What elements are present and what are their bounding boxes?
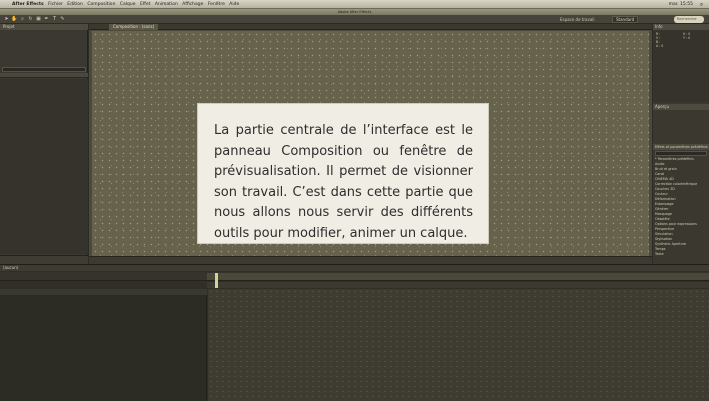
menu-bar: After Effects Fichier Edition Compositio… (0, 0, 709, 9)
effects-search-input[interactable] (655, 151, 707, 156)
preview-tab-row: Aperçu (653, 104, 709, 110)
camera-tool-icon[interactable]: ▣ (35, 16, 42, 23)
time-navigator[interactable] (207, 282, 709, 288)
workspace-select[interactable]: Standard (612, 16, 639, 23)
menubar-clock: mar. 15:55 (668, 2, 693, 7)
tab-effects[interactable]: Effets et paramètres prédéfinis (655, 144, 708, 150)
effects-tab-row: Effets et paramètres prédéfinis (653, 144, 709, 150)
timeline-panel: (aucun) (0, 264, 709, 401)
tab-composition[interactable]: Composition : (sans) (109, 24, 159, 30)
help-search-input[interactable]: Rechercher dans l'aide (674, 16, 704, 28)
project-list[interactable] (0, 79, 88, 254)
current-time-indicator[interactable] (215, 273, 218, 288)
project-panel: Projet (0, 24, 88, 264)
spotlight-icon[interactable]: ⌕ (698, 1, 705, 8)
tab-info[interactable]: Info (655, 24, 663, 30)
project-list-header (0, 73, 88, 78)
menu-item-effect[interactable]: Effet (140, 2, 150, 7)
right-panels: Info R : V : B : A : 0 X : 0 Y : 0 Aperç… (653, 24, 709, 264)
menu-item-file[interactable]: Fichier (48, 2, 63, 7)
info-panel: Info R : V : B : A : 0 X : 0 Y : 0 (653, 24, 709, 102)
composition-footer-controls (89, 256, 652, 264)
effects-list-item[interactable]: Texte (655, 252, 664, 257)
tab-preview[interactable]: Aperçu (655, 104, 669, 110)
timeline-tab-row: (aucun) (0, 265, 709, 271)
menu-item-view[interactable]: Affichage (182, 2, 203, 7)
tab-timeline[interactable]: (aucun) (3, 265, 18, 271)
menu-item-layer[interactable]: Calque (120, 2, 136, 7)
menu-item-help[interactable]: Aide (229, 2, 239, 7)
text-tool-icon[interactable]: T (51, 16, 58, 23)
pen-tool-icon[interactable]: ✒ (43, 16, 50, 23)
info-value-a: A : 0 (656, 44, 664, 48)
menu-item-window[interactable]: Fenêtre (208, 2, 225, 7)
zoom-tool-icon[interactable]: ⌕ (19, 16, 26, 23)
layer-column-headers (0, 289, 207, 295)
menu-item-edit[interactable]: Edition (67, 2, 83, 7)
timeline-track-area[interactable] (208, 289, 709, 401)
time-ruler[interactable] (207, 273, 709, 280)
menu-item-composition[interactable]: Composition (87, 2, 115, 7)
layer-outline[interactable] (0, 289, 207, 401)
composition-tab-bar: Composition : (sans) (89, 24, 652, 30)
menu-item-animation[interactable]: Animation (155, 2, 178, 7)
tab-project[interactable]: Projet (3, 24, 15, 30)
brush-tool-icon[interactable]: ✎ (59, 16, 66, 23)
selection-tool-icon[interactable]: ➤ (3, 16, 10, 23)
annotation-card: La partie centrale de l’interface est le… (198, 104, 488, 243)
menu-items: After Effects Fichier Edition Compositio… (12, 0, 242, 9)
menu-item-app[interactable]: After Effects (12, 2, 44, 7)
annotation-text: La partie centrale de l’interface est le… (214, 123, 473, 241)
tools-bar: ➤ ✋ ⌕ ↻ ▣ ✒ T ✎ Espace de travail Standa… (0, 15, 709, 28)
info-value-y: Y : 0 (683, 36, 691, 40)
project-footer (0, 255, 88, 264)
hand-tool-icon[interactable]: ✋ (11, 16, 18, 23)
rotate-tool-icon[interactable]: ↻ (27, 16, 34, 23)
project-tab-row: Projet (0, 24, 88, 30)
info-tab-row: Info (653, 24, 709, 30)
project-search-input[interactable] (2, 67, 86, 72)
workspace-label: Espace de travail (560, 17, 595, 22)
